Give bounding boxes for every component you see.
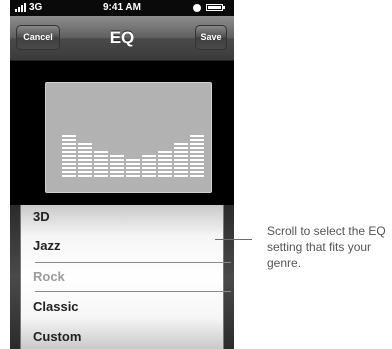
phone-screen: 3G 9:41 AM Cancel EQ Save 3D Jazz Rock C… — [10, 0, 234, 349]
eq-bar-segment — [78, 167, 92, 169]
eq-bar-segment — [190, 171, 204, 173]
eq-bar-segment — [94, 175, 108, 177]
selection-indicator-top — [35, 262, 231, 263]
eq-bar-segment — [94, 155, 108, 157]
picker-option[interactable]: 3D — [33, 209, 50, 224]
eq-bar-segment — [78, 171, 92, 173]
eq-bar-segment — [126, 175, 140, 177]
eq-bar-segment — [190, 175, 204, 177]
eq-bar-segment — [62, 171, 76, 173]
eq-bar-segment — [78, 155, 92, 157]
save-button[interactable]: Save — [195, 25, 227, 50]
eq-bar-segment — [174, 147, 188, 149]
eq-bar-segment — [62, 159, 76, 161]
eq-bar-segment — [94, 163, 108, 165]
eq-bar-segment — [62, 147, 76, 149]
eq-bar-segment — [62, 151, 76, 153]
eq-bar-segment — [158, 159, 172, 161]
eq-bar-segment — [110, 175, 124, 177]
eq-visualizer — [45, 82, 212, 193]
eq-bar-segment — [142, 175, 156, 177]
eq-bar-segment — [174, 167, 188, 169]
eq-bar-segment — [174, 155, 188, 157]
eq-bar-segment — [190, 167, 204, 169]
eq-bar-segment — [110, 167, 124, 169]
eq-bar-segment — [110, 163, 124, 165]
eq-bar-segment — [190, 135, 204, 137]
eq-bar-segment — [190, 163, 204, 165]
eq-bar-segment — [62, 143, 76, 145]
battery-icon — [206, 4, 223, 11]
eq-bar-segment — [142, 163, 156, 165]
eq-bar-segment — [126, 171, 140, 173]
eq-bar-segment — [174, 163, 188, 165]
eq-bar-segment — [174, 175, 188, 177]
eq-bar-segment — [94, 171, 108, 173]
picker-option[interactable]: Classic — [33, 299, 79, 314]
eq-bar-segment — [62, 163, 76, 165]
eq-bar-segment — [62, 139, 76, 141]
eq-preset-picker[interactable]: 3D Jazz Rock Classic Custom — [10, 205, 234, 349]
eq-bar-segment — [62, 167, 76, 169]
eq-bar-segment — [158, 155, 172, 157]
eq-bar-segment — [62, 155, 76, 157]
eq-bar-segment — [126, 163, 140, 165]
eq-bar-segment — [158, 175, 172, 177]
eq-bar-segment — [174, 143, 188, 145]
eq-bar-segment — [62, 135, 76, 137]
eq-bar-segment — [94, 167, 108, 169]
eq-bar-segment — [158, 163, 172, 165]
eq-bar-segment — [78, 175, 92, 177]
eq-bar-segment — [78, 143, 92, 145]
eq-bar-segment — [190, 143, 204, 145]
picker-option[interactable]: Custom — [33, 329, 81, 344]
eq-bar-segment — [94, 151, 108, 153]
eq-bar-segment — [142, 155, 156, 157]
picker-option[interactable]: Jazz — [33, 238, 60, 253]
eq-bar-segment — [142, 171, 156, 173]
eq-bar-segment — [78, 159, 92, 161]
eq-bar-segment — [110, 155, 124, 157]
status-bar: 3G 9:41 AM — [10, 0, 234, 16]
eq-bar-segment — [94, 159, 108, 161]
eq-bar-segment — [158, 151, 172, 153]
eq-bar-segment — [126, 159, 140, 161]
eq-bar-segment — [174, 159, 188, 161]
eq-bar-segment — [142, 159, 156, 161]
eq-bar-segment — [158, 167, 172, 169]
eq-bar-segment — [78, 151, 92, 153]
eq-bar-segment — [190, 155, 204, 157]
callout-text: Scroll to select the EQ setting that fit… — [267, 224, 386, 270]
navigation-bar: Cancel EQ Save — [10, 16, 234, 61]
eq-bar-segment — [62, 175, 76, 177]
eq-bar-segment — [174, 171, 188, 173]
eq-bar-segment — [190, 139, 204, 141]
eq-bar-segment — [110, 159, 124, 161]
eq-bar-segment — [174, 151, 188, 153]
eq-bar-segment — [110, 171, 124, 173]
eq-bar-segment — [190, 159, 204, 161]
eq-bar-segment — [126, 167, 140, 169]
eq-bar-segment — [78, 147, 92, 149]
eq-bar-segment — [78, 163, 92, 165]
selection-indicator-bottom — [35, 291, 231, 292]
picker-wheel[interactable]: 3D Jazz Rock Classic Custom — [20, 205, 231, 349]
callout-leader-line — [215, 239, 252, 240]
eq-bar-segment — [142, 167, 156, 169]
orientation-lock-icon — [193, 4, 201, 12]
eq-bar-segment — [190, 147, 204, 149]
battery-tip — [223, 6, 225, 9]
eq-bar-segment — [158, 171, 172, 173]
picker-option-selected[interactable]: Rock — [33, 269, 65, 284]
eq-bar-segment — [190, 151, 204, 153]
